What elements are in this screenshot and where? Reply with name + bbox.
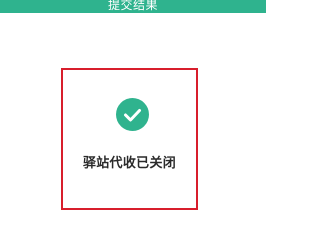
page-header: 提交结果 [0, 0, 266, 13]
result-highlight-box: 驿站代收已关闭 [61, 68, 198, 210]
page-title: 提交结果 [107, 0, 158, 12]
result-message: 驿站代收已关闭 [82, 156, 177, 171]
check-circle-icon [116, 98, 149, 131]
